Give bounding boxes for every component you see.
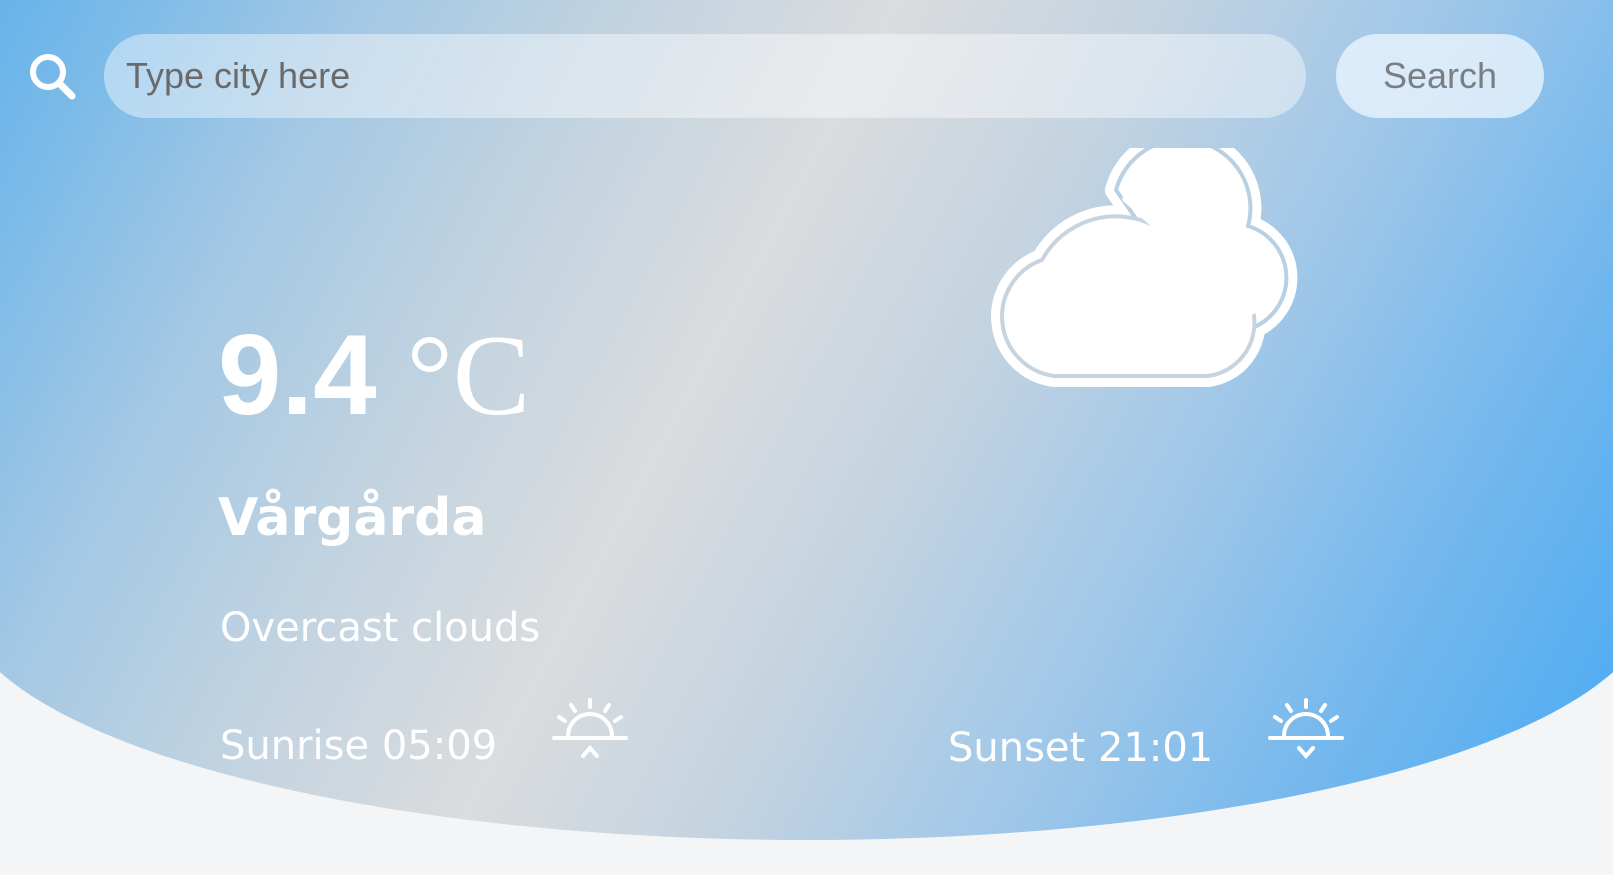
sunrise-icon [552,698,628,758]
cloud-icon [991,148,1298,387]
temperature-value: 9.4 [218,312,377,439]
search-input[interactable] [104,34,1306,118]
sunrise-time: Sunrise 05:09 [220,723,498,769]
temperature: 9.4 °C [218,318,530,434]
city-name: Vårgårda [218,488,487,548]
temperature-unit: °C [406,312,531,440]
sunset-time: Sunset 21:01 [948,725,1214,771]
search-button[interactable]: Search [1336,34,1544,118]
weather-app: Search 9.4°C Vårgårda Overcast clouds Su… [0,0,1613,875]
search-icon[interactable] [28,52,80,104]
sunset-icon [1268,698,1344,760]
weather-description: Overcast clouds [220,605,541,651]
